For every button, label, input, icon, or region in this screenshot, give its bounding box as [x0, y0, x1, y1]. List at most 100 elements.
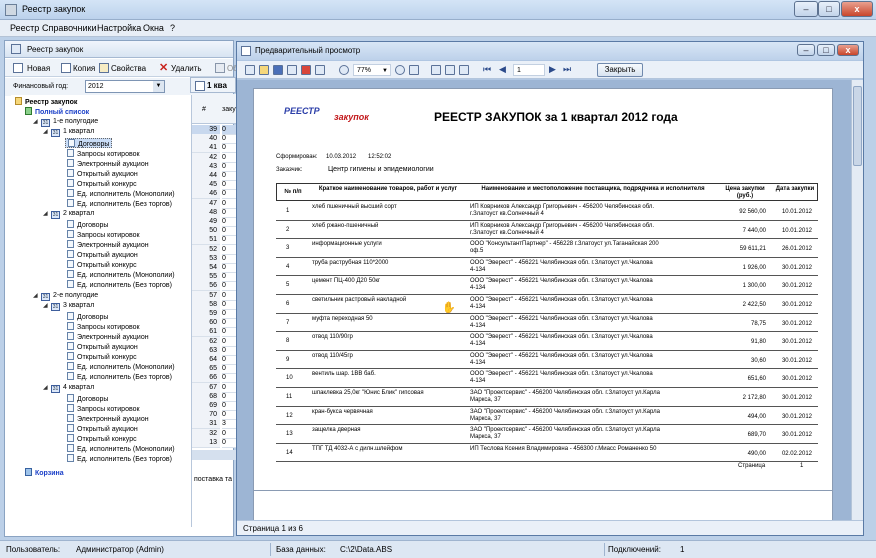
- main-window: Реестр закупок – □ x Реестр Справочники …: [0, 0, 876, 558]
- tree-q3-open-contest[interactable]: Открытый конкурс: [67, 352, 137, 362]
- chevron-down-icon[interactable]: ▼: [382, 65, 388, 77]
- document-icon: [67, 179, 74, 187]
- list-row-number[interactable]: 13: [192, 437, 220, 448]
- preview-vscroll[interactable]: [851, 80, 863, 520]
- menu-bar: Реестр Справочники Настройка Окна ?: [0, 20, 876, 37]
- print-icon[interactable]: [245, 65, 255, 75]
- page-width-icon[interactable]: [409, 65, 419, 75]
- fiscal-year-select[interactable]: 2012 ▼: [85, 80, 165, 93]
- new-button[interactable]: Новая: [27, 64, 50, 73]
- close-button[interactable]: x: [841, 1, 873, 17]
- tree-q4-open-contest[interactable]: Открытый конкурс: [67, 434, 137, 444]
- menu-item-help[interactable]: ?: [170, 23, 175, 33]
- menu-item-windows[interactable]: Окна: [143, 23, 164, 33]
- list-tab[interactable]: 1 ква: [190, 77, 236, 93]
- tree-q1-open-contest[interactable]: Открытый конкурс: [67, 179, 137, 189]
- last-page-icon[interactable]: ⏭: [563, 64, 571, 75]
- print-setup-icon[interactable]: [287, 65, 297, 75]
- menu-item-settings[interactable]: Настройка: [97, 23, 141, 33]
- tree-q1-monopoly[interactable]: Ед. исполнитель (Монополии): [67, 189, 175, 199]
- list-row-cell[interactable]: 0: [222, 438, 236, 448]
- tree-q1-no-tender[interactable]: Ед. исполнитель (Без торгов): [67, 199, 172, 209]
- col-name: Краткое наименование товаров, работ и ус…: [318, 186, 458, 192]
- prev-page-icon[interactable]: ◀: [499, 64, 506, 75]
- page-number-input[interactable]: 1: [513, 64, 545, 76]
- multi-page-icon[interactable]: [459, 65, 469, 75]
- collapse-icon[interactable]: ◢: [43, 301, 49, 311]
- one-page-icon[interactable]: [431, 65, 441, 75]
- tree-q3-monopoly[interactable]: Ед. исполнитель (Монополии): [67, 362, 175, 372]
- document-icon: [67, 414, 74, 422]
- zoom-select[interactable]: 77% ▼: [353, 64, 391, 76]
- preview-close-button[interactable]: x: [837, 44, 859, 56]
- tree-q1-open-auction[interactable]: Открытый аукцион: [67, 169, 138, 179]
- collapse-icon[interactable]: ◢: [43, 383, 49, 393]
- tree-q1-quotes[interactable]: Запросы котировок: [67, 149, 140, 159]
- find-icon[interactable]: [315, 65, 325, 75]
- tree-q1[interactable]: ◢ 31 1 квартал: [43, 127, 94, 137]
- first-page-icon[interactable]: ⏮: [483, 64, 491, 75]
- open-icon[interactable]: [259, 65, 269, 75]
- tree-q1-contracts[interactable]: Договоры: [65, 138, 113, 148]
- tree-q2-e-auction[interactable]: Электронный аукцион: [67, 240, 149, 250]
- pdf-export-icon[interactable]: [301, 65, 311, 75]
- tree-q4[interactable]: ◢ 31 4 квартал: [43, 383, 94, 393]
- tree-trash[interactable]: Корзина: [25, 468, 64, 478]
- zoom-icon[interactable]: [339, 65, 349, 75]
- chevron-down-icon[interactable]: ▼: [153, 81, 164, 92]
- menu-item-registry[interactable]: Реестр: [10, 23, 39, 33]
- tree-q2-quotes[interactable]: Запросы котировок: [67, 230, 140, 240]
- tree-half-1[interactable]: ◢ 31 1-е полугодие: [33, 117, 98, 127]
- tree-q4-quotes[interactable]: Запросы котировок: [67, 404, 140, 414]
- preview-close-action-button[interactable]: Закрыть: [597, 63, 643, 77]
- tree-q2[interactable]: ◢ 31 2 квартал: [43, 209, 94, 219]
- report-row: 10 вентиль шар. 1ВВ баб. ООО "Эверест" - 4…: [276, 369, 818, 388]
- tree-root[interactable]: Реестр закупок: [15, 97, 77, 107]
- preview-canvas[interactable]: РЕЕСТР закупок РЕЕСТР ЗАКУПОК за 1 кварт…: [237, 80, 851, 520]
- collapse-icon[interactable]: ◢: [43, 209, 49, 219]
- minimize-button[interactable]: –: [794, 1, 818, 17]
- maximize-button[interactable]: □: [818, 1, 840, 17]
- tree-q3-open-auction[interactable]: Открытый аукцион: [67, 342, 138, 352]
- tree-half-2[interactable]: ◢ 31 2-е полугодие: [33, 291, 98, 301]
- tree-full-list[interactable]: Полный список: [25, 107, 89, 117]
- tree-q3-no-tender[interactable]: Ед. исполнитель (Без торгов): [67, 372, 172, 382]
- tree-q2-contracts[interactable]: Договоры: [67, 220, 108, 230]
- next-page-icon[interactable]: ▶: [549, 64, 556, 75]
- preview-scroll-thumb[interactable]: [853, 86, 862, 166]
- delete-button[interactable]: Удалить: [171, 64, 202, 73]
- collapse-icon[interactable]: ◢: [43, 127, 49, 137]
- tree-q2-open-contest[interactable]: Открытый конкурс: [67, 260, 137, 270]
- zoom-out-icon[interactable]: [395, 65, 405, 75]
- tree-q3-quotes[interactable]: Запросы котировок: [67, 322, 140, 332]
- copy-button[interactable]: Копия: [73, 64, 95, 73]
- tree-q4-e-auction[interactable]: Электронный аукцион: [67, 414, 149, 424]
- tree-q4-no-tender[interactable]: Ед. исполнитель (Без торгов): [67, 454, 172, 464]
- tree-q3[interactable]: ◢ 31 3 квартал: [43, 301, 94, 311]
- collapse-icon[interactable]: ◢: [33, 117, 39, 127]
- tree-q4-contracts[interactable]: Договоры: [67, 394, 108, 404]
- properties-icon: [99, 63, 109, 73]
- document-icon: [67, 404, 74, 412]
- tree-q3-e-auction[interactable]: Электронный аукцион: [67, 332, 149, 342]
- report-cell-num: 14: [286, 449, 293, 456]
- customer-value: Центр гигиены и эпидемиологии: [328, 166, 434, 173]
- preview-maximize-button[interactable]: □: [817, 44, 835, 56]
- properties-button[interactable]: Свойства: [111, 64, 146, 73]
- report-cell-date: 30.01.2012: [781, 264, 812, 271]
- tree-q2-no-tender[interactable]: Ед. исполнитель (Без торгов): [67, 280, 172, 290]
- tree-q1-e-auction[interactable]: Электронный аукцион: [67, 159, 149, 169]
- collapse-icon[interactable]: ◢: [33, 291, 39, 301]
- menu-item-directories[interactable]: Справочники: [42, 23, 97, 33]
- list-col-num[interactable]: #: [202, 106, 206, 113]
- list-hscroll[interactable]: [192, 450, 236, 460]
- preview-minimize-button[interactable]: –: [797, 44, 815, 56]
- save-icon[interactable]: [273, 65, 283, 75]
- report-cell-supplier: ООО "Эверест" - 456221 Челябинская обл. …: [470, 315, 653, 322]
- two-pages-icon[interactable]: [445, 65, 455, 75]
- tree-q4-open-auction[interactable]: Открытый аукцион: [67, 424, 138, 434]
- tree-q2-monopoly[interactable]: Ед. исполнитель (Монополии): [67, 270, 175, 280]
- tree-q4-monopoly[interactable]: Ед. исполнитель (Монополии): [67, 444, 175, 454]
- tree-q3-contracts[interactable]: Договоры: [67, 312, 108, 322]
- tree-q2-open-auction[interactable]: Открытый аукцион: [67, 250, 138, 260]
